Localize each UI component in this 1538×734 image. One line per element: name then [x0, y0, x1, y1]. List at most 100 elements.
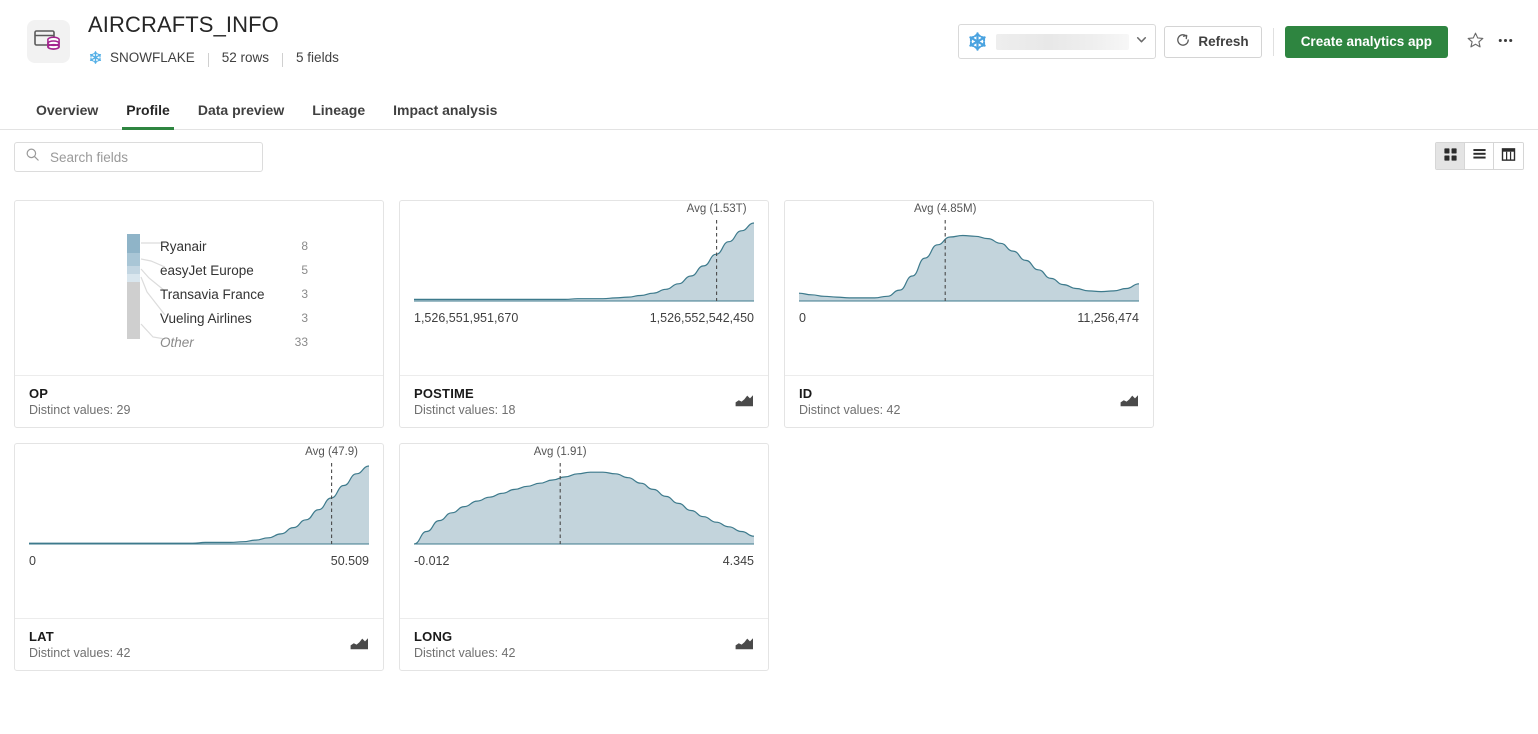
- tab-profile[interactable]: Profile: [112, 102, 184, 129]
- axis-min-label: -0.012: [414, 554, 449, 568]
- field-name: ID: [799, 386, 1139, 401]
- avg-label: Avg (1.91): [534, 446, 587, 458]
- snowflake-icon: [88, 50, 103, 65]
- area-chart-icon[interactable]: [734, 633, 754, 656]
- avg-label: Avg (4.85M): [914, 203, 976, 215]
- page-header: AIRCRAFTS_INFO SNOWFLAKE: [0, 0, 1538, 86]
- area-chart-icon[interactable]: [349, 633, 369, 656]
- field-distinct-values: Distinct values: 18: [414, 403, 754, 417]
- create-analytics-app-button[interactable]: Create analytics app: [1285, 26, 1448, 58]
- list-item[interactable]: Transavia France 3: [160, 282, 290, 306]
- field-distinct-values: Distinct values: 42: [29, 646, 369, 660]
- snowflake-logo-icon: [967, 31, 988, 52]
- ellipsis-icon: [1496, 31, 1515, 53]
- connection-value: [996, 34, 1129, 50]
- tab-lineage[interactable]: Lineage: [298, 102, 379, 129]
- field-name: LAT: [29, 629, 369, 644]
- meta-divider: [282, 53, 283, 67]
- avg-label: Avg (1.53T): [687, 203, 747, 215]
- tab-impact-analysis[interactable]: Impact analysis: [379, 102, 511, 129]
- field-chart-id: Avg (4.85M) 0 11,256,474: [785, 201, 1153, 376]
- chevron-down-icon: [1135, 33, 1148, 51]
- category-label: easyJet Europe: [160, 263, 290, 278]
- axis-min-label: 0: [29, 554, 36, 568]
- connection-dropdown[interactable]: [958, 24, 1156, 59]
- field-chart-lat: Avg (47.9) 0 50.509: [15, 444, 383, 619]
- tab-data-preview[interactable]: Data preview: [184, 102, 298, 129]
- list-item[interactable]: Vueling Airlines 3: [160, 306, 290, 330]
- field-card-postime[interactable]: Avg (1.53T) 1,526,551,951,670 1,526,552,…: [399, 200, 769, 428]
- category-label: Ryanair: [160, 239, 290, 254]
- distribution-chart: [400, 201, 768, 306]
- tab-overview[interactable]: Overview: [22, 102, 112, 129]
- category-count: 3: [301, 311, 308, 325]
- tab-bar: Overview Profile Data preview Lineage Im…: [0, 86, 1538, 130]
- field-distinct-values: Distinct values: 42: [799, 403, 1139, 417]
- field-card-lat[interactable]: Avg (47.9) 0 50.509 LAT Distinct values:…: [14, 443, 384, 671]
- field-name: LONG: [414, 629, 754, 644]
- field-distinct-values: Distinct values: 42: [414, 646, 754, 660]
- stacked-bar: [127, 234, 140, 339]
- refresh-icon: [1175, 32, 1191, 51]
- list-view-button[interactable]: [1465, 143, 1494, 169]
- dataset-meta: SNOWFLAKE 52 rows 5 fields: [88, 50, 339, 65]
- more-options-button[interactable]: [1490, 27, 1520, 57]
- category-label: Transavia France: [160, 287, 290, 302]
- field-card-footer: POSTIME Distinct values: 18: [400, 376, 768, 427]
- category-count: 5: [301, 263, 308, 277]
- table-view-button[interactable]: [1494, 143, 1523, 169]
- grid-icon: [1443, 147, 1458, 165]
- field-chart-long: Avg (1.91) -0.012 4.345: [400, 444, 768, 619]
- category-count: 3: [301, 287, 308, 301]
- category-legend: Ryanair 8 easyJet Europe 5 Transavia Fra…: [160, 234, 290, 354]
- meta-divider: [208, 53, 209, 67]
- field-chart-postime: Avg (1.53T) 1,526,551,951,670 1,526,552,…: [400, 201, 768, 376]
- field-card-op[interactable]: Ryanair 8 easyJet Europe 5 Transavia Fra…: [14, 200, 384, 428]
- row-count: 52 rows: [222, 50, 269, 65]
- grid-view-button[interactable]: [1436, 143, 1465, 169]
- axis-min-label: 0: [799, 311, 806, 325]
- list-item[interactable]: easyJet Europe 5: [160, 258, 290, 282]
- category-count: 33: [295, 335, 308, 349]
- table-icon: [1501, 147, 1516, 165]
- search-field-wrapper[interactable]: [14, 142, 263, 172]
- distribution-chart: [785, 201, 1153, 306]
- axis-min-label: 1,526,551,951,670: [414, 311, 518, 325]
- axis-max-label: 1,526,552,542,450: [650, 311, 754, 325]
- area-chart-icon[interactable]: [734, 390, 754, 413]
- search-input[interactable]: [48, 149, 262, 166]
- distribution-chart: [15, 444, 383, 549]
- area-chart-icon[interactable]: [1119, 390, 1139, 413]
- field-card-footer: LAT Distinct values: 42: [15, 619, 383, 670]
- fields-toolbar: [0, 130, 1538, 200]
- list-item[interactable]: Ryanair 8: [160, 234, 290, 258]
- field-card-footer: ID Distinct values: 42: [785, 376, 1153, 427]
- field-chart-op: Ryanair 8 easyJet Europe 5 Transavia Fra…: [15, 201, 383, 376]
- category-count: 8: [301, 239, 308, 253]
- source-label: SNOWFLAKE: [110, 50, 195, 65]
- avg-label: Avg (47.9): [305, 446, 358, 458]
- dataset-icon: [27, 20, 70, 63]
- page-title: AIRCRAFTS_INFO: [88, 12, 279, 38]
- list-icon: [1472, 147, 1487, 165]
- field-card-footer: LONG Distinct values: 42: [400, 619, 768, 670]
- refresh-label: Refresh: [1198, 34, 1248, 49]
- star-icon: [1466, 31, 1485, 53]
- axis-max-label: 50.509: [331, 554, 369, 568]
- view-mode-toggle: [1435, 142, 1524, 170]
- search-icon: [25, 147, 40, 167]
- list-item[interactable]: Other 33: [160, 330, 290, 354]
- header-actions: Refresh Create analytics app: [958, 24, 1520, 59]
- refresh-button[interactable]: Refresh: [1164, 26, 1261, 58]
- favorite-button[interactable]: [1460, 27, 1490, 57]
- field-name: OP: [29, 386, 369, 401]
- database-table-icon: [34, 28, 63, 56]
- field-name: POSTIME: [414, 386, 754, 401]
- field-card-id[interactable]: Avg (4.85M) 0 11,256,474 ID Distinct val…: [784, 200, 1154, 428]
- axis-max-label: 4.345: [723, 554, 754, 568]
- category-label: Other: [160, 335, 290, 350]
- field-distinct-values: Distinct values: 29: [29, 403, 369, 417]
- header-divider: [1273, 28, 1274, 56]
- field-count: 5 fields: [296, 50, 339, 65]
- field-card-long[interactable]: Avg (1.91) -0.012 4.345 LONG Distinct va…: [399, 443, 769, 671]
